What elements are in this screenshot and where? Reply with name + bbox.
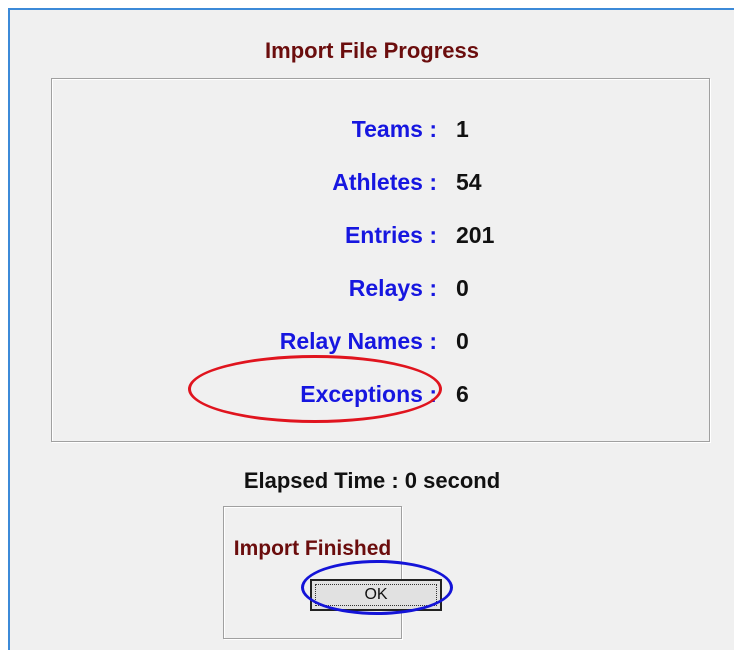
stat-row-entries: Entries : 201 (52, 222, 709, 256)
stat-label: Exceptions : (300, 381, 437, 407)
elapsed-time: Elapsed Time : 0 second (243, 468, 501, 493)
stat-value: 54 (456, 169, 482, 195)
status-panel: Import Finished OK (223, 506, 442, 639)
stat-value: 0 (456, 275, 469, 301)
stat-row-teams: Teams : 1 (52, 116, 709, 150)
stat-value: 201 (456, 222, 495, 248)
stat-label: Teams : (351, 116, 437, 142)
stat-row-relay-names: Relay Names : 0 (52, 328, 709, 362)
stat-value: 1 (456, 116, 469, 142)
stat-label: Entries : (344, 222, 437, 248)
import-progress-dialog: Import File Progress Teams : 1 Athletes … (8, 8, 734, 650)
stats-panel: Teams : 1 Athletes : 54 Entries : 201 Re… (51, 78, 710, 442)
status-label: Import Finished (233, 537, 392, 560)
stat-label: Relay Names : (279, 328, 437, 354)
ok-button[interactable]: OK (310, 579, 442, 611)
stat-row-athletes: Athletes : 54 (52, 169, 709, 203)
stat-value: 0 (456, 328, 469, 354)
stat-label: Relays : (348, 275, 437, 301)
stat-label: Athletes : (332, 169, 437, 195)
ok-button-label: OK (364, 586, 388, 603)
stat-row-relays: Relays : 0 (52, 275, 709, 309)
stat-value: 6 (456, 381, 469, 407)
dialog-title: Import File Progress (265, 38, 479, 63)
stat-row-exceptions: Exceptions : 6 (52, 381, 709, 415)
